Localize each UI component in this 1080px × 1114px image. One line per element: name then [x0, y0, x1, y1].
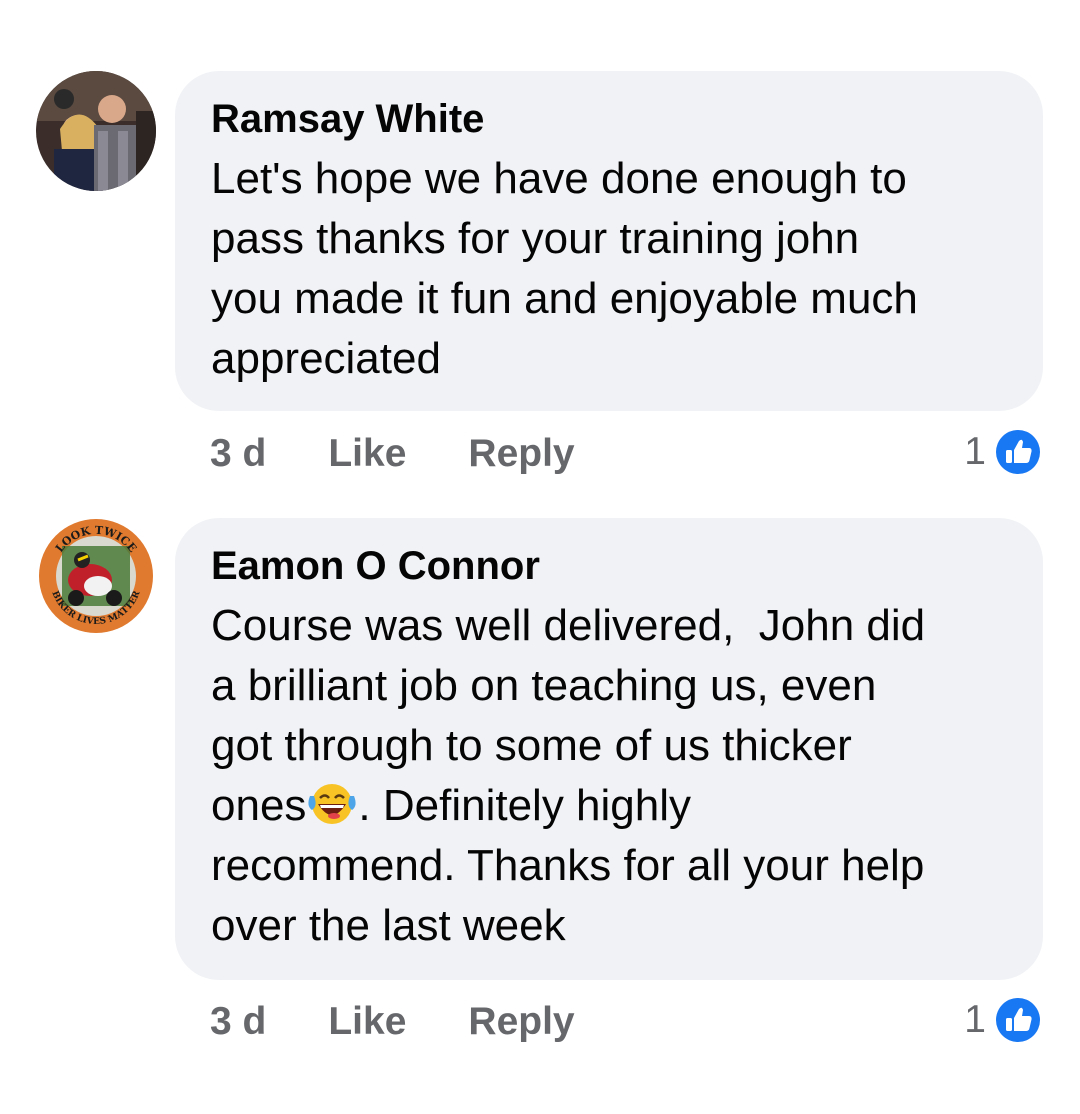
like-reaction-icon — [993, 427, 1043, 477]
comment-timestamp[interactable]: 3 d — [210, 432, 266, 476]
comment-author[interactable]: Ramsay White — [211, 93, 1013, 145]
comment-actions: 3 d Like Reply — [210, 1000, 575, 1044]
comment-bubble: Ramsay White Let's hope we have done eno… — [175, 71, 1043, 411]
comment-text-line: recommend. Thanks for all your help — [211, 841, 925, 890]
comment-text-line: appreciated — [211, 334, 441, 383]
comment-timestamp[interactable]: 3 d — [210, 1000, 266, 1044]
avatar[interactable] — [36, 71, 156, 191]
reply-button[interactable]: Reply — [468, 432, 574, 476]
comment-text-line: got through to some of us thicker — [211, 721, 852, 770]
comment-text-line: you made it fun and enjoyable much — [211, 274, 918, 323]
laughing-crying-emoji-icon — [308, 784, 357, 824]
comment-author[interactable]: Eamon O Connor — [211, 540, 1013, 592]
reaction-summary[interactable]: 1 — [964, 426, 1044, 478]
comment-text-line: pass thanks for your training john — [211, 214, 860, 263]
comment-text-line: . Definitely highly — [358, 781, 692, 830]
avatar-badge-image: LOOK TWICE BIKER LIVES MATTER — [36, 516, 156, 636]
avatar-photo — [36, 71, 156, 191]
comment-text-line: ones — [211, 781, 307, 830]
like-button[interactable]: Like — [328, 432, 406, 476]
like-button[interactable]: Like — [328, 1000, 406, 1044]
comment-text-line: over the last week — [211, 901, 566, 950]
comment-bubble: Eamon O Connor Course was well delivered… — [175, 518, 1043, 980]
comment-text-line: a brilliant job on teaching us, even — [211, 661, 877, 710]
reaction-count: 1 — [964, 430, 986, 473]
comment-text-line: Course was well delivered, John did — [211, 601, 926, 650]
comment-text: Let's hope we have done enough to pass t… — [211, 149, 1013, 389]
comment-text-line: Let's hope we have done enough to — [211, 154, 907, 203]
comment-actions: 3 d Like Reply — [210, 432, 575, 476]
reaction-summary[interactable]: 1 — [964, 994, 1044, 1046]
comment-text: Course was well delivered, John did a br… — [211, 596, 1013, 956]
reaction-count: 1 — [964, 998, 986, 1041]
avatar[interactable]: LOOK TWICE BIKER LIVES MATTER — [36, 516, 156, 636]
like-reaction-icon — [993, 995, 1043, 1045]
reply-button[interactable]: Reply — [468, 1000, 574, 1044]
